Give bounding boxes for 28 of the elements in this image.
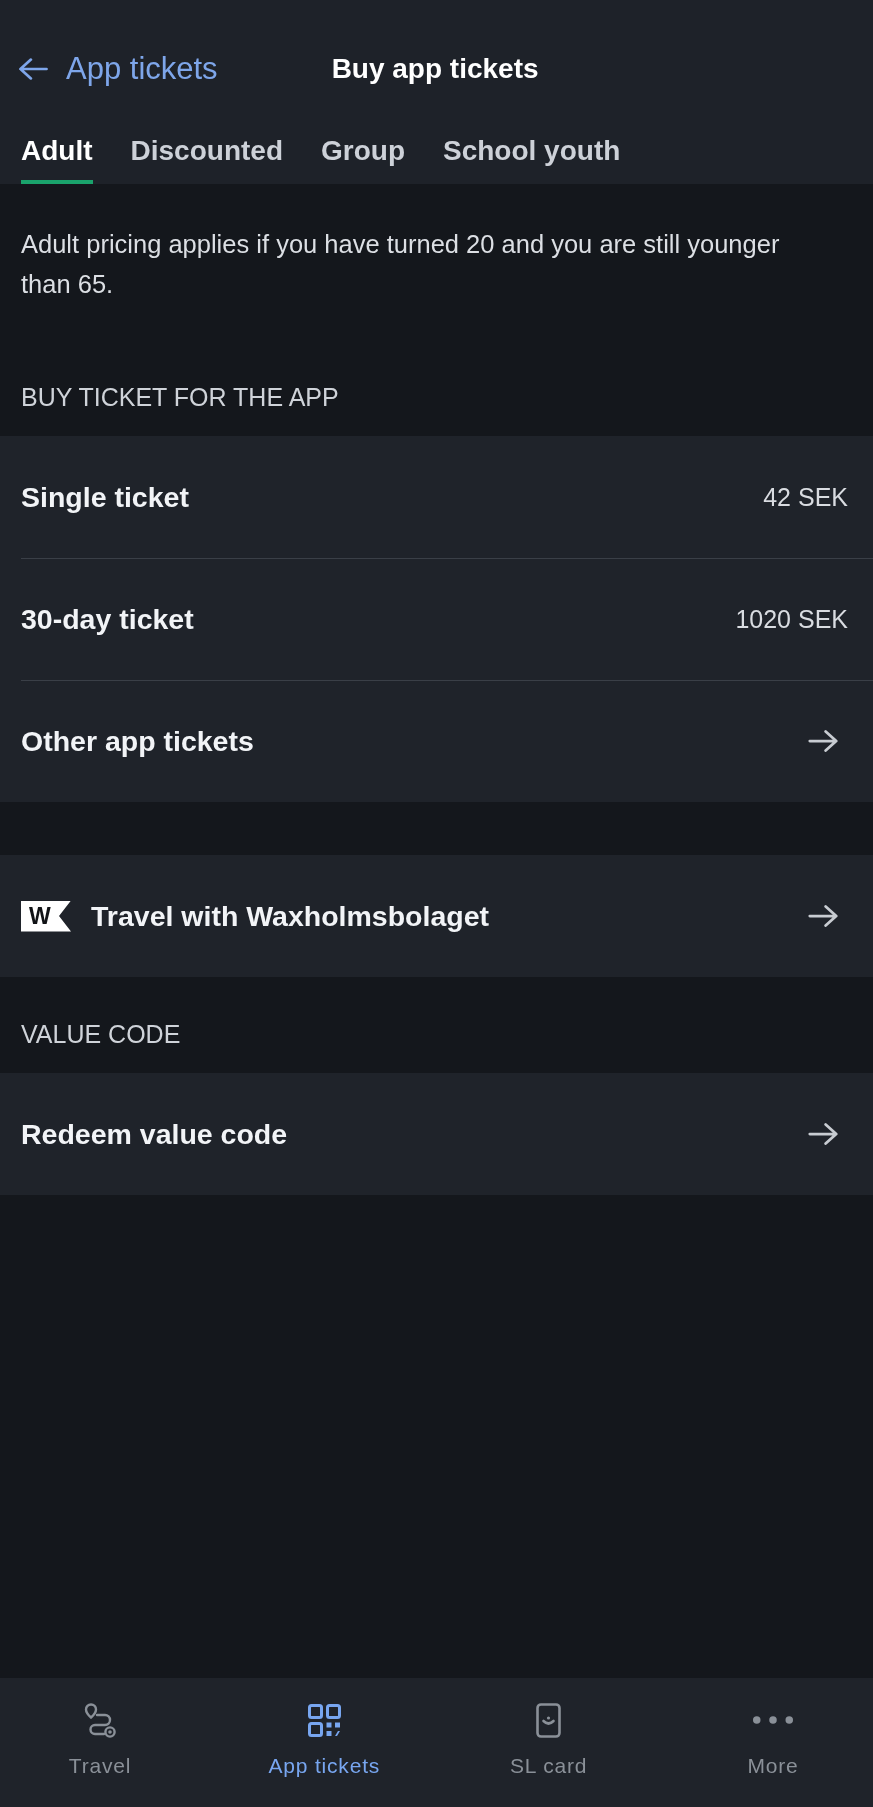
card-icon bbox=[536, 1702, 562, 1738]
tab[interactable]: Group bbox=[321, 124, 405, 184]
section-heading: BUY TICKET FOR THE APP bbox=[20, 382, 340, 412]
list-row[interactable]: W Travel with Waxholmsbolaget bbox=[0, 855, 873, 977]
tab[interactable]: Discounted bbox=[130, 124, 283, 184]
nav-tab[interactable]: App tickets bbox=[224, 1702, 425, 1780]
arrow-left-icon bbox=[19, 58, 48, 80]
description-text: Adult pricing applies if you have turned 20 and you are still younger than 65. bbox=[20, 229, 781, 300]
route-icon bbox=[83, 1702, 117, 1738]
list-row[interactable]: Redeem value code bbox=[0, 1073, 873, 1195]
flag-logo: W bbox=[21, 900, 71, 932]
nav-tab[interactable]: Travel bbox=[0, 1702, 200, 1780]
nav-tab[interactable]: More bbox=[673, 1702, 873, 1780]
tab[interactable]: School youth bbox=[443, 124, 621, 184]
more-icon bbox=[753, 1716, 793, 1724]
arrow-right-icon bbox=[808, 905, 838, 927]
section-heading: VALUE CODE bbox=[20, 1019, 182, 1049]
arrow-right-icon bbox=[808, 730, 838, 752]
arrow-right-icon bbox=[808, 1123, 838, 1145]
back-button[interactable]: App tickets bbox=[19, 49, 218, 89]
list-row[interactable]: Other app tickets bbox=[0, 680, 873, 802]
page-title: Buy app tickets bbox=[331, 52, 539, 86]
list-row[interactable]: Single ticket 42 SEK bbox=[0, 436, 873, 558]
price-label: 42 SEK bbox=[763, 482, 848, 513]
qr-code-icon bbox=[307, 1703, 341, 1737]
list-row[interactable]: 30-day ticket 1020 SEK bbox=[0, 558, 873, 680]
nav-tab[interactable]: SL card bbox=[448, 1702, 649, 1780]
price-label: 1020 SEK bbox=[735, 604, 848, 635]
